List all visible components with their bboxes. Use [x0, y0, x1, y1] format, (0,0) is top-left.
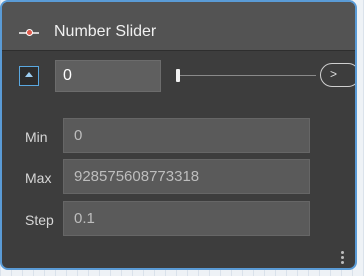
- resize-grip-icon[interactable]: [341, 251, 345, 265]
- slider-value-input[interactable]: 0: [55, 60, 161, 92]
- node-header[interactable]: Number Slider: [2, 2, 355, 51]
- min-label: Min: [25, 129, 48, 145]
- output-port-chevron: >: [330, 67, 338, 81]
- chevron-up-icon: [25, 72, 33, 77]
- step-label: Step: [25, 212, 54, 228]
- max-field[interactable]: 928575608773318: [63, 159, 310, 194]
- number-slider-node[interactable]: Number Slider 0 > Min 0 Max 928575608773…: [0, 0, 357, 270]
- min-field[interactable]: 0: [63, 118, 310, 153]
- number-slider-icon: [19, 29, 39, 37]
- max-label: Max: [25, 170, 52, 186]
- output-port[interactable]: >: [320, 63, 355, 87]
- node-title: Number Slider: [54, 23, 157, 40]
- expand-settings-toggle[interactable]: [19, 66, 39, 86]
- step-field[interactable]: 0.1: [63, 201, 310, 236]
- slider-track[interactable]: [176, 75, 316, 76]
- slider-thumb[interactable]: [176, 69, 180, 82]
- slider-icon-knob: [26, 29, 33, 36]
